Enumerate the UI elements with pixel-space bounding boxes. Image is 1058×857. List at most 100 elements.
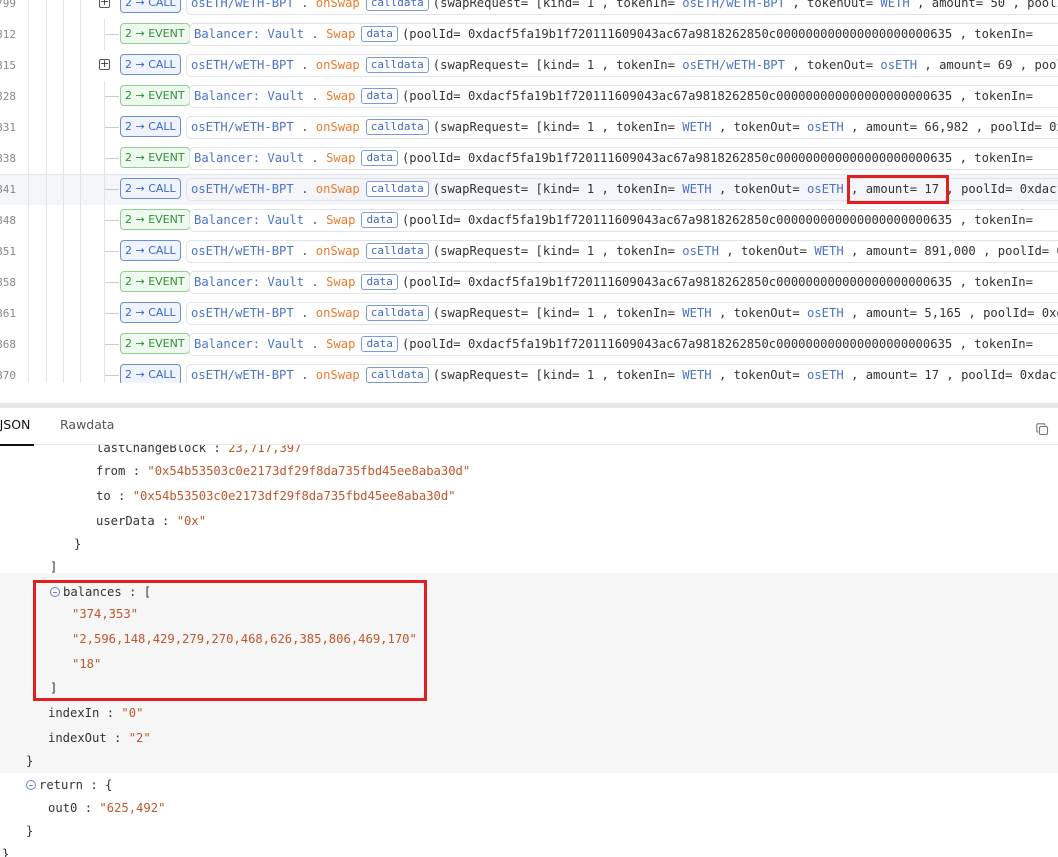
trace-content[interactable]: Balancer: Vault . Swap data (poolId= 0xdac… <box>189 85 1058 108</box>
contract-name[interactable]: Balancer: Vault <box>194 151 304 165</box>
json-line: indexIn : "0" <box>48 703 143 723</box>
tree-connector <box>105 220 119 221</box>
contract-name[interactable]: Balancer: Vault <box>194 213 304 227</box>
contract-name[interactable]: osETH/wETH-BPT <box>191 244 294 258</box>
contract-name[interactable]: Balancer: Vault <box>194 337 304 351</box>
trace-content[interactable]: osETH/wETH-BPT . onSwap calldata (swapRequ… <box>186 116 1058 139</box>
contract-name[interactable]: Balancer: Vault <box>194 275 304 289</box>
trace-call-row[interactable]: 861 2 → CALL osETH/wETH-BPT . onSwap callda… <box>0 298 1058 329</box>
json-line: } <box>2 844 9 857</box>
trace-event-row[interactable]: 848 2 → EVENT Balancer: Vault . Swap data(p… <box>0 205 1058 236</box>
contract-name[interactable]: osETH/wETH-BPT <box>191 306 294 320</box>
contract-name[interactable]: osETH/wETH-BPT <box>191 58 294 72</box>
trace-content[interactable]: Balancer: Vault . Swap data (poolId= 0xdac… <box>189 333 1058 356</box>
collapse-icon[interactable] <box>26 780 36 790</box>
trace-content[interactable]: Balancer: Vault . Swap data (poolId= 0xdac… <box>189 147 1058 170</box>
trace-call-row[interactable]: 799 +2 → CALL osETH/wETH-BPT . onSwap calld… <box>0 0 1058 19</box>
trace-content[interactable]: osETH/wETH-BPT . onSwap calldata (swapRequ… <box>186 364 1058 383</box>
trace-call-row[interactable]: 870 2 → CALL osETH/wETH-BPT . onSwap callda… <box>0 360 1058 383</box>
token-link[interactable]: WETH <box>880 0 909 10</box>
trace-event-row[interactable]: 812 2 → EVENT Balancer: Vault . Swap data(p… <box>0 19 1058 50</box>
function-name[interactable]: Swap <box>326 89 355 103</box>
calldata-tag[interactable]: calldata <box>365 181 429 197</box>
trace-content[interactable]: Balancer: Vault . Swap data (poolId= 0xdac… <box>189 271 1058 294</box>
calldata-tag[interactable]: calldata <box>365 367 429 383</box>
trace-call-row[interactable]: 851 2 → CALL osETH/wETH-BPT . onSwap callda… <box>0 236 1058 267</box>
trace-content[interactable]: osETH/wETH-BPT . onSwap calldata (swapRequ… <box>186 302 1058 325</box>
calldata-tag[interactable]: calldata <box>365 243 429 259</box>
token-link[interactable]: osETH <box>682 244 719 258</box>
token-link[interactable]: WETH <box>682 182 711 196</box>
calldata-tag[interactable]: calldata <box>365 305 429 321</box>
contract-name[interactable]: osETH/wETH-BPT <box>191 182 294 196</box>
function-name[interactable]: Swap <box>326 337 355 351</box>
args-text: , tokenOut= <box>718 244 815 258</box>
token-link[interactable]: osETH <box>807 306 844 320</box>
event-badge: 2 → EVENT <box>120 209 190 230</box>
trace-call-row[interactable]: 831 2 → CALL osETH/wETH-BPT . onSwap callda… <box>0 112 1058 143</box>
contract-name[interactable]: osETH/wETH-BPT <box>191 120 294 134</box>
token-link[interactable]: osETH <box>880 58 917 72</box>
function-name[interactable]: onSwap <box>316 368 360 382</box>
data-tag[interactable]: data <box>361 88 398 104</box>
trace-content[interactable]: osETH/wETH-BPT . onSwap calldata (swapRequ… <box>186 0 1058 15</box>
calldata-tag[interactable]: calldata <box>365 119 429 135</box>
contract-name[interactable]: Balancer: Vault <box>194 27 304 41</box>
function-name[interactable]: onSwap <box>316 244 360 258</box>
trace-content[interactable]: osETH/wETH-BPT . onSwap calldata (swapRequ… <box>186 54 1058 77</box>
data-tag[interactable]: data <box>361 212 398 228</box>
trace-content[interactable]: osETH/wETH-BPT . onSwap calldata (swapRequ… <box>186 240 1058 263</box>
trace-event-row[interactable]: 828 2 → EVENT Balancer: Vault . Swap data(p… <box>0 81 1058 112</box>
json-value: "0x54b53503c0e2173df29f8da735fbd45ee8aba… <box>132 489 456 503</box>
expand-icon[interactable]: + <box>99 58 110 70</box>
trace-event-row[interactable]: 838 2 → EVENT Balancer: Vault . Swap data(p… <box>0 143 1058 174</box>
contract-name[interactable]: osETH/wETH-BPT <box>191 368 294 382</box>
function-name[interactable]: Swap <box>326 275 355 289</box>
data-tag[interactable]: data <box>361 336 398 352</box>
token-link[interactable]: osETH/wETH-BPT <box>682 58 785 72</box>
data-tag[interactable]: data <box>361 150 398 166</box>
function-name[interactable]: Swap <box>326 213 355 227</box>
function-name[interactable]: Swap <box>326 151 355 165</box>
trace-call-row[interactable]: 841 2 → CALL osETH/wETH-BPT . onSwap callda… <box>0 174 1058 205</box>
data-tag[interactable]: data <box>361 26 398 42</box>
trace-content[interactable]: Balancer: Vault . Swap data (poolId= 0xdac… <box>189 209 1058 232</box>
contract-name[interactable]: Balancer: Vault <box>194 89 304 103</box>
token-link[interactable]: WETH <box>682 120 711 134</box>
calldata-tag[interactable]: calldata <box>365 57 429 73</box>
function-name[interactable]: onSwap <box>316 182 360 196</box>
tree-connector <box>105 189 119 190</box>
token-link[interactable]: WETH <box>682 368 711 382</box>
function-name[interactable]: onSwap <box>316 306 360 320</box>
tab-json[interactable]: JSON <box>0 408 34 446</box>
function-name[interactable]: onSwap <box>316 58 360 72</box>
tab-rawdata[interactable]: Rawdata <box>60 408 114 444</box>
collapse-icon[interactable] <box>50 587 60 597</box>
function-name[interactable]: Swap <box>326 27 355 41</box>
contract-name[interactable]: osETH/wETH-BPT <box>191 0 294 10</box>
calldata-tag[interactable]: calldata <box>365 0 429 11</box>
expand-icon[interactable]: + <box>99 0 110 8</box>
token-link[interactable]: osETH <box>807 120 844 134</box>
json-line: "18" <box>72 654 101 674</box>
trace-event-row[interactable]: 868 2 → EVENT Balancer: Vault . Swap data(p… <box>0 329 1058 360</box>
trace-content[interactable]: osETH/wETH-BPT . onSwap calldata (swapRequ… <box>186 178 1058 201</box>
args-text: , tokenOut= <box>711 182 807 196</box>
token-link[interactable]: WETH <box>814 244 843 258</box>
tree-connector <box>105 127 119 128</box>
function-name[interactable]: onSwap <box>316 0 360 10</box>
copy-icon[interactable] <box>1036 423 1049 436</box>
token-link[interactable]: osETH <box>807 368 844 382</box>
token-link[interactable]: osETH <box>807 182 844 196</box>
token-link[interactable]: WETH <box>682 306 711 320</box>
json-value: "18" <box>72 657 102 671</box>
trace-call-row[interactable]: 815 +2 → CALL osETH/wETH-BPT . onSwap calld… <box>0 50 1058 81</box>
trace-event-row[interactable]: 858 2 → EVENT Balancer: Vault . Swap data(p… <box>0 267 1058 298</box>
args-text: (poolId= 0xdacf5fa19b1f720111609043ac67a… <box>401 275 1033 289</box>
trace-content[interactable]: Balancer: Vault . Swap data (poolId= 0xdac… <box>189 23 1058 46</box>
function-name[interactable]: onSwap <box>316 120 360 134</box>
token-link[interactable]: osETH/wETH-BPT <box>682 0 785 10</box>
data-tag[interactable]: data <box>361 274 398 290</box>
tree-guide-line <box>46 19 47 50</box>
tree-connector <box>105 313 119 314</box>
